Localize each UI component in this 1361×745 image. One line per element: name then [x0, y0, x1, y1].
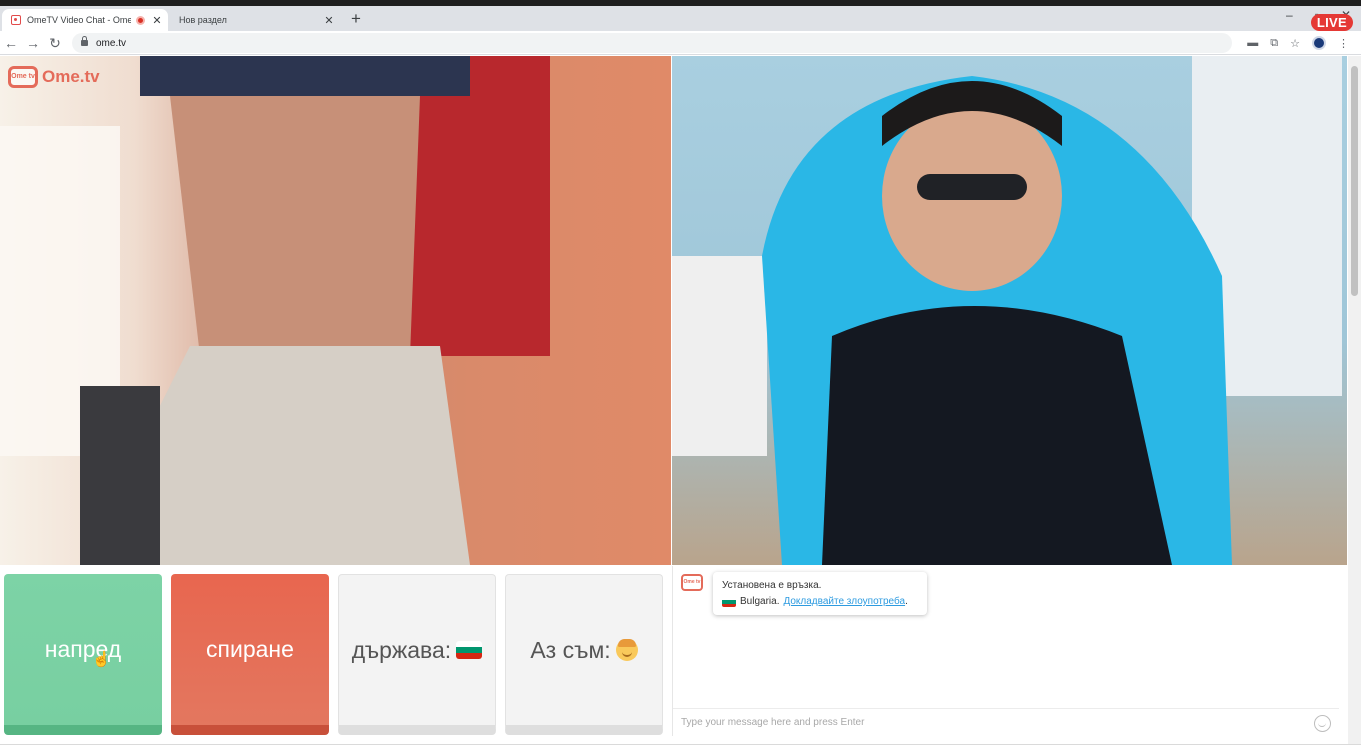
camera-icon[interactable]: ▬ — [1247, 37, 1258, 49]
tab-title: OmeTV Video Chat - Omegle — [27, 15, 131, 25]
close-tab-icon[interactable]: ✕ — [150, 14, 164, 27]
profile-avatar[interactable] — [1312, 36, 1326, 50]
minimize-icon[interactable]: – — [1286, 8, 1293, 22]
tab-ometv[interactable]: OmeTV Video Chat - Omegle ✕ — [2, 9, 168, 31]
ometv-logo: Ome tv Ome.tv — [8, 66, 100, 88]
stranger-video: Ome tv Ome.tv — [0, 56, 671, 565]
live-badge: LIVE — [1310, 14, 1353, 31]
self-video — [672, 56, 1347, 565]
tab-strip: OmeTV Video Chat - Omegle ✕ Нов раздел ✕… — [0, 6, 1361, 31]
url-text: ome.tv — [96, 37, 127, 49]
self-video-illustration — [672, 56, 1342, 565]
ometv-logo-badge-icon: Ome tv — [8, 66, 38, 88]
reload-icon[interactable]: ↻ — [46, 34, 64, 52]
forward-icon[interactable]: → — [24, 34, 42, 52]
tab-title: Нов раздел — [179, 15, 227, 25]
chat-input-bar — [673, 708, 1339, 736]
chat-message-input[interactable] — [681, 717, 1291, 728]
toolbar-actions: ▬ ⧉ ☆ ⋮ — [1247, 36, 1349, 50]
ometv-favicon-icon — [11, 15, 21, 25]
system-message-bubble: Установена е връзка. Bulgaria. Докладвай… — [713, 572, 927, 615]
control-buttons: напред ☝ спиране държава: Аз съм: — [4, 574, 663, 735]
page-scrollbar[interactable] — [1348, 56, 1361, 745]
tab-new[interactable]: Нов раздел ✕ — [170, 9, 340, 31]
ometv-page: Ome tv Ome.tv напред ☝ спиране държава: … — [0, 56, 1361, 745]
connection-status-text: Установена е връзка. — [722, 580, 822, 591]
browser-window: OmeTV Video Chat - Omegle ✕ Нов раздел ✕… — [0, 6, 1361, 745]
male-face-icon — [615, 639, 638, 661]
stranger-video-illustration — [0, 56, 550, 565]
bulgaria-flag-icon — [722, 597, 736, 607]
stop-button[interactable]: спиране — [171, 574, 329, 735]
hand-cursor-icon: ☝ — [92, 651, 111, 668]
stranger-country-text: Bulgaria. — [740, 596, 780, 607]
plus-icon[interactable]: + — [346, 9, 366, 29]
lock-icon — [81, 36, 88, 46]
scrollbar-thumb[interactable] — [1351, 66, 1358, 296]
translate-icon[interactable]: ⧉ — [1270, 37, 1278, 50]
address-bar[interactable]: ome.tv — [72, 33, 1232, 53]
ometv-logo-text: Ome.tv — [42, 67, 100, 86]
gender-button[interactable]: Аз съм: — [505, 574, 663, 735]
country-button[interactable]: държава: — [338, 574, 496, 735]
next-button[interactable]: напред ☝ — [4, 574, 162, 735]
back-icon[interactable]: ← — [2, 34, 20, 52]
ometv-chat-avatar-icon: Ome tv — [681, 574, 703, 591]
close-tab-icon[interactable]: ✕ — [322, 14, 336, 27]
bookmark-star-icon[interactable]: ☆ — [1290, 37, 1300, 50]
report-abuse-link[interactable]: Докладвайте злоупотреба — [783, 596, 905, 607]
recording-indicator-icon — [136, 15, 145, 25]
gender-button-label: Аз съм: — [530, 636, 611, 663]
chat-panel: Ome tv Установена е връзка. Bulgaria. До… — [672, 566, 1339, 736]
bulgaria-flag-icon — [456, 641, 483, 659]
report-suffix: . — [905, 596, 908, 607]
emoji-smile-icon[interactable] — [1314, 715, 1331, 732]
stop-button-label: спиране — [206, 636, 294, 662]
browser-toolbar: ← → ↻ ome.tv ▬ ⧉ ☆ ⋮ — [0, 31, 1361, 55]
country-button-label: държава: — [351, 636, 452, 663]
menu-icon[interactable]: ⋮ — [1338, 37, 1349, 50]
